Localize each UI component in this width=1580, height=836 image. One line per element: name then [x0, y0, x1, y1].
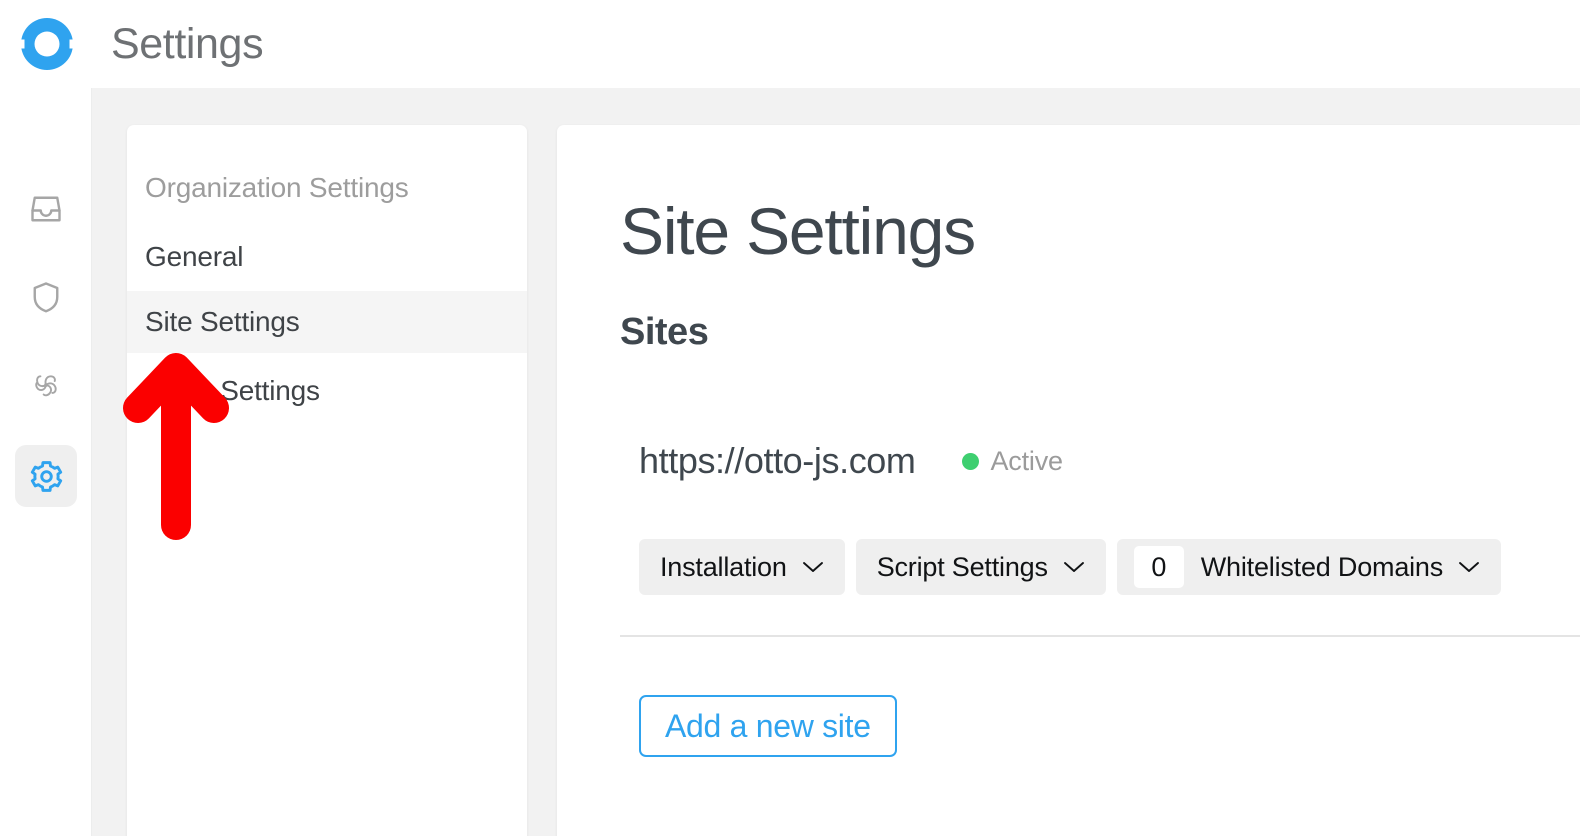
- status-badge: Active: [961, 445, 1064, 477]
- site-settings-panel: Site Settings Sites https://otto-js.com …: [557, 125, 1580, 836]
- inbox-icon: [31, 196, 61, 222]
- rail-item-shield[interactable]: [15, 266, 77, 328]
- add-new-site-button[interactable]: Add a new site: [639, 695, 897, 757]
- script-settings-dropdown[interactable]: Script Settings: [855, 539, 1106, 595]
- status-dot-icon: [961, 452, 979, 470]
- sidebar-item-label: Team Settings: [145, 375, 320, 406]
- content-region: Organization Settings General Site Setti…: [92, 88, 1580, 836]
- sidebar-item-general[interactable]: General: [127, 226, 527, 288]
- gear-icon: [30, 460, 62, 492]
- sidebar-item-site-settings[interactable]: Site Settings: [127, 291, 527, 353]
- installation-label: Installation: [660, 551, 787, 582]
- whitelisted-domains-dropdown[interactable]: 0 Whitelisted Domains: [1116, 539, 1502, 595]
- app-header: Settings: [0, 0, 1580, 88]
- page-title: Settings: [111, 19, 264, 68]
- status-label: Active: [990, 445, 1064, 476]
- sidebar-item-label: Site Settings: [145, 306, 300, 337]
- site-actions-row: Installation Script Settings 0 Whitelist…: [639, 539, 1502, 595]
- script-settings-label: Script Settings: [876, 551, 1048, 582]
- rail-item-inbox[interactable]: [15, 178, 77, 240]
- chevron-down-icon: [1458, 560, 1480, 574]
- settings-app-window: Settings Organization Settings General S…: [0, 0, 1580, 836]
- sidebar-item-team-settings[interactable]: Team Settings: [127, 360, 527, 422]
- nav-group-title: Organization Settings: [145, 172, 409, 203]
- site-entry: https://otto-js.com Active: [639, 440, 1063, 482]
- panel-title: Site Settings: [620, 194, 976, 268]
- rail-item-pinwheel[interactable]: [15, 354, 77, 416]
- rail-item-settings[interactable]: [15, 445, 77, 507]
- chevron-down-icon: [1063, 560, 1085, 574]
- site-url[interactable]: https://otto-js.com: [639, 440, 916, 482]
- otto-ring-logo-icon[interactable]: [14, 11, 80, 77]
- add-new-site-label: Add a new site: [665, 707, 871, 744]
- sites-section-title: Sites: [620, 311, 709, 353]
- installation-dropdown[interactable]: Installation: [639, 539, 845, 595]
- shield-icon: [33, 282, 59, 313]
- whitelisted-domains-label: Whitelisted Domains: [1200, 551, 1444, 582]
- sidebar-item-label: General: [145, 241, 244, 272]
- whitelisted-domains-count: 0: [1133, 546, 1184, 588]
- section-divider: [620, 635, 1580, 637]
- chevron-down-icon: [802, 560, 824, 574]
- settings-nav-card: Organization Settings General Site Setti…: [127, 125, 527, 836]
- pinwheel-icon: [35, 375, 57, 397]
- icon-rail: [0, 88, 92, 836]
